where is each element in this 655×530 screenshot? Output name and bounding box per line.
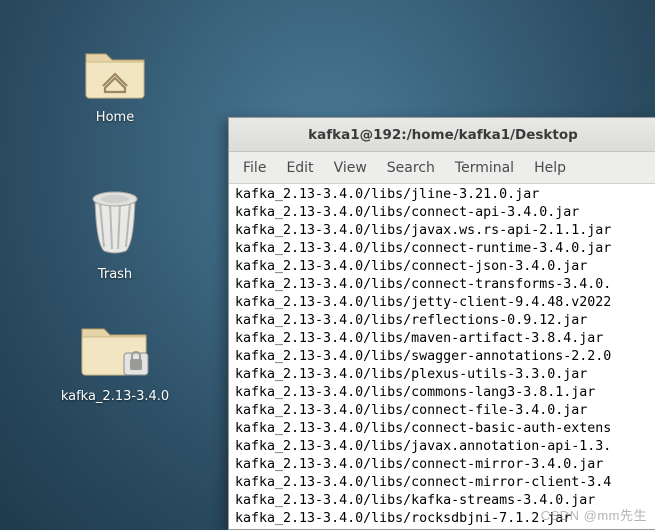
watermark-text: CSDN @mm先生 (541, 505, 647, 524)
desktop-icon-label: Trash (98, 267, 132, 283)
desktop-icon-label: Home (96, 110, 134, 126)
menu-view[interactable]: View (324, 156, 377, 180)
terminal-titlebar[interactable]: kafka1@192:/home/kafka1/Desktop (229, 118, 655, 152)
menu-edit[interactable]: Edit (276, 156, 323, 180)
menu-terminal[interactable]: Terminal (445, 156, 524, 180)
locked-folder-icon (76, 315, 154, 383)
desktop-icon-kafka-folder[interactable]: kafka_2.13-3.4.0 (60, 315, 170, 405)
desktop-icon-label: kafka_2.13-3.4.0 (61, 389, 169, 405)
terminal-title: kafka1@192:/home/kafka1/Desktop (308, 127, 578, 143)
desktop-icon-trash[interactable]: Trash (60, 185, 170, 283)
terminal-window: kafka1@192:/home/kafka1/Desktop File Edi… (228, 117, 655, 530)
terminal-menubar: File Edit View Search Terminal Help (229, 152, 655, 184)
trash-icon (80, 185, 150, 261)
menu-file[interactable]: File (233, 156, 276, 180)
menu-search[interactable]: Search (377, 156, 445, 180)
desktop-icon-home[interactable]: Home (60, 40, 170, 126)
home-folder-icon (80, 40, 150, 104)
menu-help[interactable]: Help (524, 156, 576, 180)
terminal-body[interactable]: kafka_2.13-3.4.0/libs/jline-3.21.0.jar k… (229, 184, 655, 529)
